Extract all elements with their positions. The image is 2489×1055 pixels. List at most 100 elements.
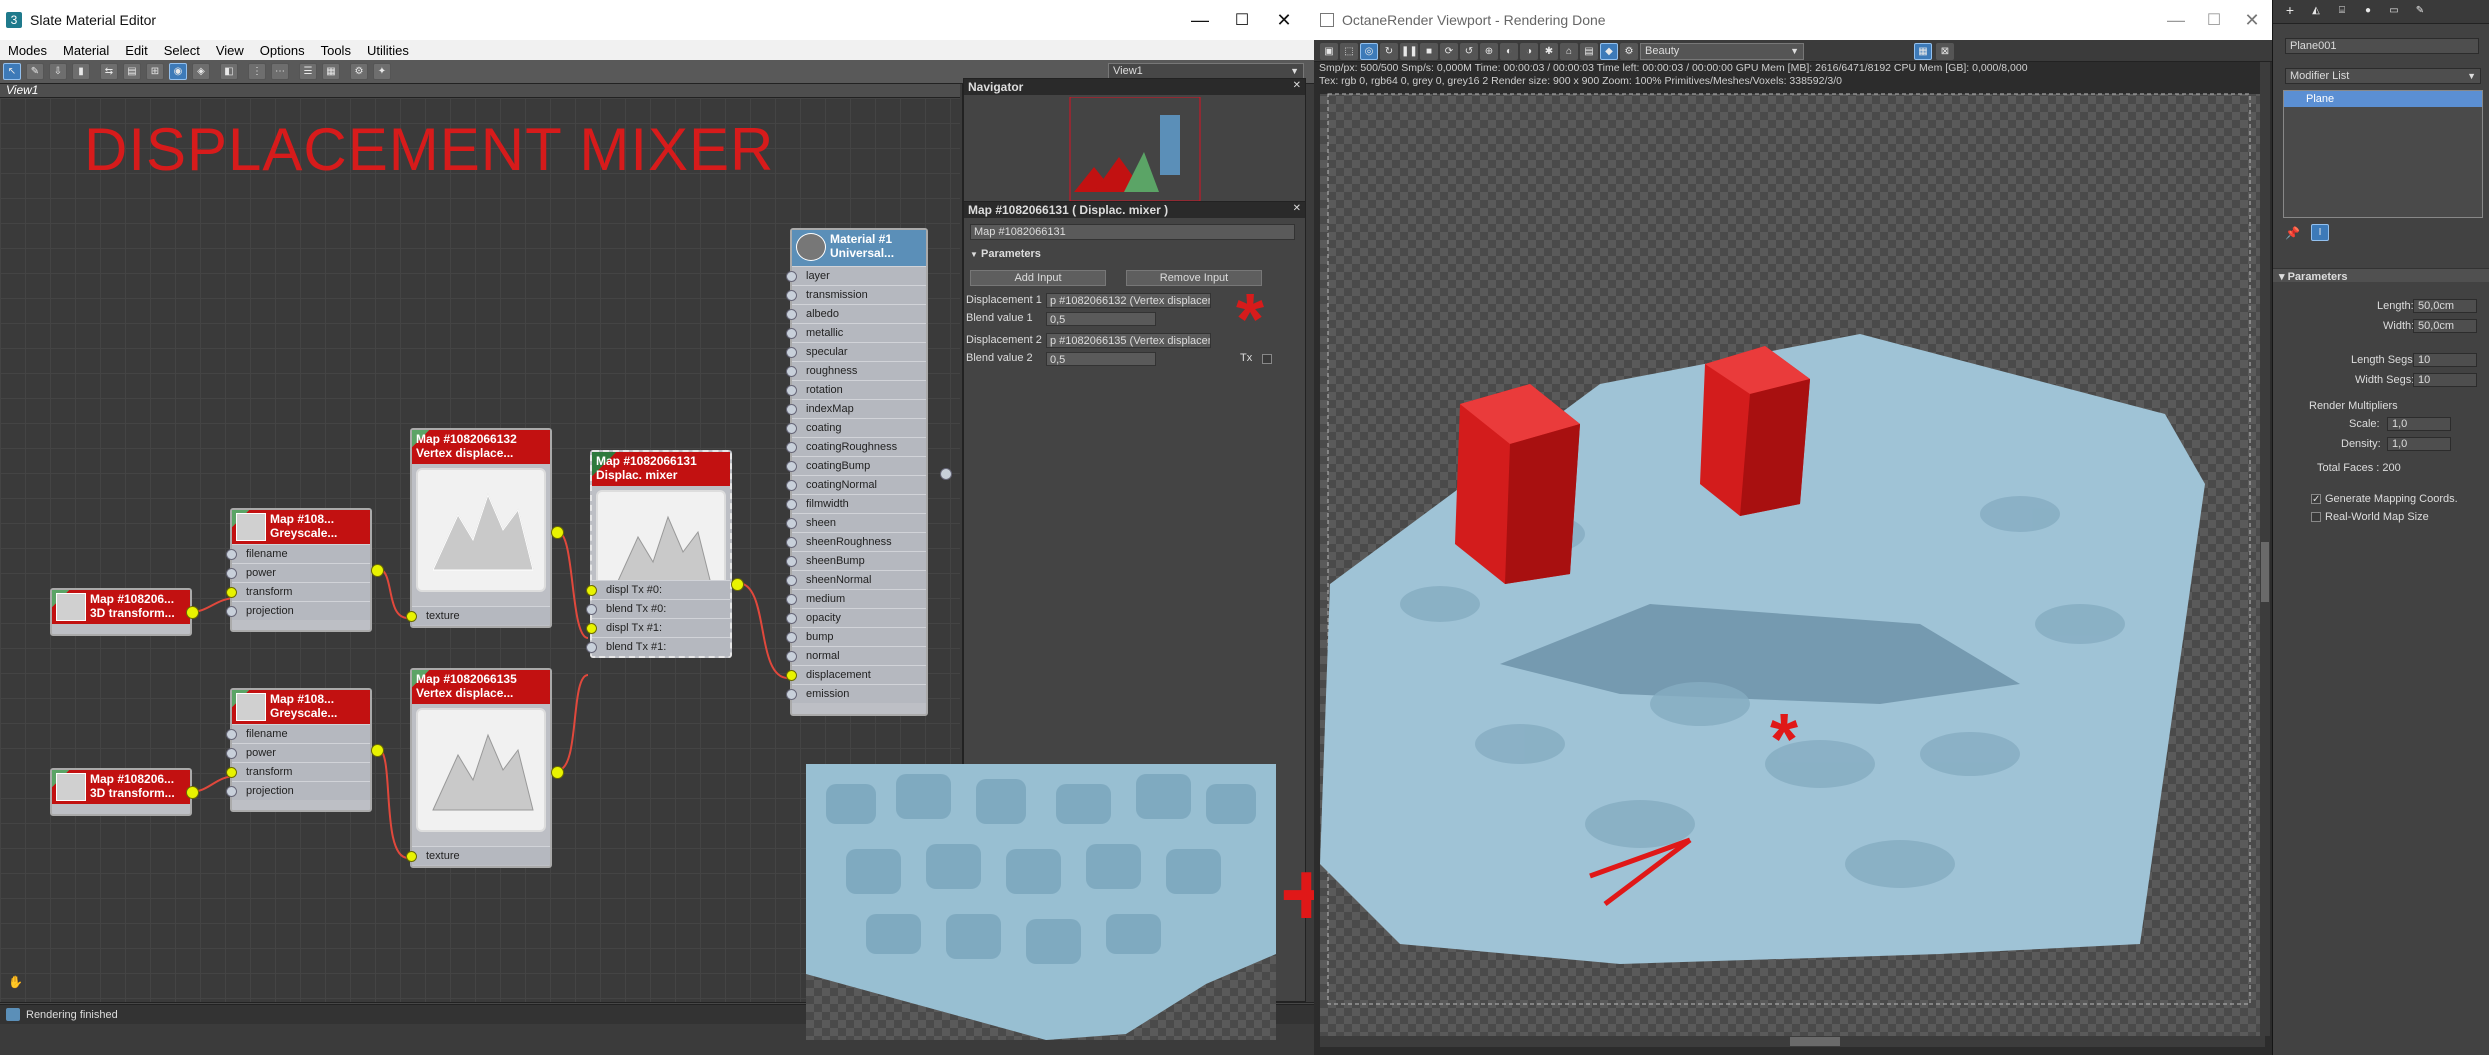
render-image[interactable]: * <box>1320 64 2260 1036</box>
menu-tools[interactable]: Tools <box>313 43 359 58</box>
material-output-socket[interactable] <box>940 468 952 480</box>
material-slot-indexmap[interactable]: indexMap <box>786 399 926 418</box>
blend-value-2-spinner[interactable]: 0,5 <box>1046 352 1156 366</box>
socket[interactable] <box>226 606 237 617</box>
show-end-result-icon[interactable]: I <box>2311 224 2329 241</box>
material-slot-bump[interactable]: bump <box>786 627 926 646</box>
layout-vertical-icon[interactable]: ⋮ <box>248 63 266 80</box>
material-slot-metallic[interactable]: metallic <box>786 323 926 342</box>
socket[interactable] <box>786 461 797 472</box>
slot-texture[interactable]: texture <box>406 846 550 865</box>
close-button[interactable]: ✕ <box>1264 0 1304 40</box>
material-slot-sheenbump[interactable]: sheenBump <box>786 551 926 570</box>
refresh-icon[interactable]: ⟳ <box>1440 43 1458 60</box>
socket[interactable] <box>786 385 797 396</box>
display-tab-icon[interactable]: ▭ <box>2385 3 2403 20</box>
greyscale-node-1[interactable]: Map #108... Greyscale... filename power t… <box>226 508 384 632</box>
material-slot-rotation[interactable]: rotation <box>786 380 926 399</box>
settings-gear-icon[interactable]: ⚙ <box>1620 43 1638 60</box>
vertical-scrollbar[interactable] <box>2260 62 2270 1036</box>
slot-filename[interactable]: filename <box>226 544 370 563</box>
blend-value-1-spinner[interactable]: 0,5 <box>1046 312 1156 326</box>
reload-scene-icon[interactable]: ↺ <box>1460 43 1478 60</box>
socket[interactable] <box>786 404 797 415</box>
region-render-icon[interactable]: ⬚ <box>1340 43 1358 60</box>
socket[interactable] <box>226 786 237 797</box>
material-slot-normal[interactable]: normal <box>786 646 926 665</box>
close-icon[interactable]: ✕ <box>1293 203 1301 214</box>
socket[interactable] <box>786 366 797 377</box>
assign-material-icon[interactable]: ▮ <box>72 63 90 80</box>
width-spinner[interactable]: 50,0cm <box>2413 319 2477 333</box>
maximize-button[interactable]: ☐ <box>1222 0 1262 40</box>
pick-focus-icon[interactable]: ◎ <box>1360 43 1378 60</box>
transform-node-2[interactable]: Map #108206... 3D transform... <box>50 768 199 816</box>
node-list-icon[interactable]: ☰ <box>299 63 317 80</box>
menu-options[interactable]: Options <box>252 43 313 58</box>
parameters-rollout[interactable]: ▾ Parameters <box>2273 268 2489 283</box>
pause-render-icon[interactable]: ❚❚ <box>1400 43 1418 60</box>
parameter-editor-icon[interactable]: ⚙ <box>350 63 368 80</box>
slot-power[interactable]: power <box>226 563 370 582</box>
material-explorer-icon[interactable]: ▦ <box>322 63 340 80</box>
material-node[interactable]: Material #1 Universal... layer transmissio… <box>786 228 952 716</box>
material-slot-coatingroughness[interactable]: coatingRoughness <box>786 437 926 456</box>
material-slot-sheen[interactable]: sheen <box>786 513 926 532</box>
lock-icon[interactable]: ⊕ <box>1480 43 1498 60</box>
output-socket[interactable] <box>551 766 564 779</box>
socket[interactable] <box>586 623 597 634</box>
material-slot-displacement[interactable]: displacement <box>786 665 926 684</box>
motion-tab-icon[interactable]: ● <box>2359 3 2377 20</box>
slot-displ-tx-0[interactable]: displ Tx #0: <box>586 580 730 599</box>
node-header[interactable]: Map #108... Greyscale... <box>232 690 370 724</box>
scrollbar-thumb[interactable] <box>1790 1037 1840 1046</box>
material-slot-coatingbump[interactable]: coatingBump <box>786 456 926 475</box>
socket[interactable] <box>786 271 797 282</box>
menu-edit[interactable]: Edit <box>117 43 155 58</box>
node-header[interactable]: Material #1 Universal... <box>792 230 926 266</box>
socket[interactable] <box>406 611 417 622</box>
layout-all-icon[interactable]: ⊞ <box>146 63 164 80</box>
socket[interactable] <box>786 651 797 662</box>
socket[interactable] <box>786 670 797 681</box>
modifier-list-dropdown[interactable]: Modifier List ▼ <box>2285 68 2481 84</box>
socket[interactable] <box>586 585 597 596</box>
slot-blend-tx-0[interactable]: blend Tx #0: <box>586 599 730 618</box>
output-socket[interactable] <box>731 578 744 591</box>
socket[interactable] <box>226 549 237 560</box>
vertex-displacement-node-2[interactable]: Map #1082066135 Vertex displace... textur… <box>406 668 564 868</box>
displacement-1-map-button[interactable]: p #1082066132 (Vertex displaceme <box>1046 293 1211 308</box>
socket[interactable] <box>226 568 237 579</box>
output-socket[interactable] <box>186 786 199 799</box>
socket[interactable] <box>226 729 237 740</box>
modify-tab-icon[interactable]: ◭ <box>2307 3 2325 20</box>
output-socket[interactable] <box>371 744 384 757</box>
select-tool-icon[interactable]: ↖ <box>3 63 21 80</box>
material-slot-albedo[interactable]: albedo <box>786 304 926 323</box>
pick-material-icon[interactable]: ✎ <box>26 63 44 80</box>
create-tab-icon[interactable]: + <box>2281 3 2299 20</box>
stack-item-plane[interactable]: Plane <box>2284 91 2482 107</box>
node-header[interactable]: Map #108... Greyscale... <box>232 510 370 544</box>
material-slot-sheenroughness[interactable]: sheenRoughness <box>786 532 926 551</box>
output-socket[interactable] <box>371 564 384 577</box>
menu-material[interactable]: Material <box>55 43 117 58</box>
vertex-displacement-node-1[interactable]: Map #1082066132 Vertex displace... textur… <box>406 428 564 628</box>
real-world-map-checkbox[interactable] <box>2311 512 2321 522</box>
view-tab[interactable]: View1 <box>0 83 960 98</box>
navigator-minimap[interactable] <box>1064 97 1204 203</box>
socket[interactable] <box>586 642 597 653</box>
density-spinner[interactable]: 1,0 <box>2387 437 2451 451</box>
socket[interactable] <box>786 575 797 586</box>
generate-mapping-checkbox[interactable]: ✓ <box>2311 494 2321 505</box>
node-header[interactable]: Map #108206... 3D transform... <box>52 590 190 624</box>
horizontal-scrollbar[interactable] <box>1320 1036 2265 1047</box>
map-name-field[interactable]: Map #1082066131 <box>970 224 1295 240</box>
material-slot-specular[interactable]: specular <box>786 342 926 361</box>
background-icon[interactable]: ◈ <box>192 63 210 80</box>
socket[interactable] <box>226 587 237 598</box>
material-slot-sheennormal[interactable]: sheenNormal <box>786 570 926 589</box>
material-slot-layer[interactable]: layer <box>786 266 926 285</box>
material-slot-transmission[interactable]: transmission <box>786 285 926 304</box>
displacement-mixer-node[interactable]: Map #1082066131 Displac. mixer displ Tx #… <box>586 450 744 658</box>
